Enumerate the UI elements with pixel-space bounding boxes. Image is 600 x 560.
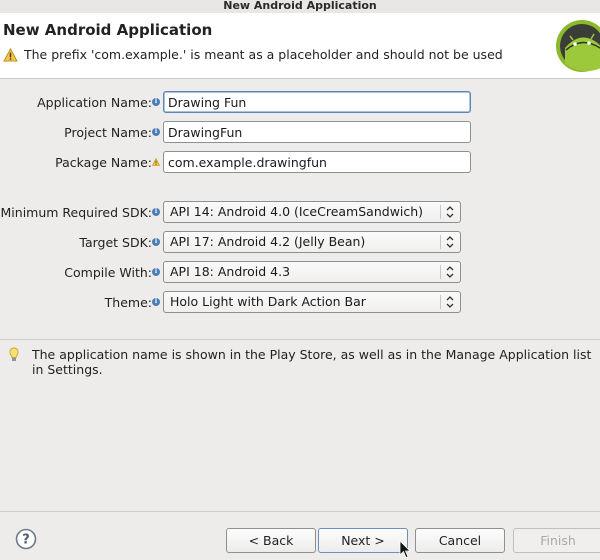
window-titlebar: New Android Application [0,0,600,13]
android-logo [556,20,600,72]
theme-select[interactable]: Holo Light with Dark Action Bar [163,291,461,313]
page-title: New Android Application [3,21,213,39]
spinner-arrows-icon [446,266,454,278]
cancel-button[interactable]: Cancel [415,528,505,553]
lightbulb-icon [9,347,19,361]
mouse-cursor-icon [399,540,411,559]
target-sdk-select[interactable]: API 17: Android 4.2 (Jelly Bean) [163,231,461,253]
header-message-text: The prefix 'com.example.' is meant as a … [24,47,503,62]
compile-with-select[interactable]: API 18: Android 4.3 [163,261,461,283]
divider [0,511,600,512]
application-name-label: Application Name: [37,95,152,110]
package-name-label: Package Name: [55,155,152,170]
info-icon: i [152,128,160,136]
target-sdk-value: API 17: Android 4.2 (Jelly Bean) [170,234,366,249]
spinner-arrows-icon [446,206,454,218]
warning-icon [3,47,18,62]
spinner-arrows-icon [446,236,454,248]
back-button[interactable]: < Back [226,528,316,553]
svg-text:?: ? [22,533,30,548]
compile-with-value: API 18: Android 4.3 [170,264,291,279]
info-icon: i [152,238,160,246]
minimum-sdk-select[interactable]: API 14: Android 4.0 (IceCreamSandwich) [163,201,461,223]
divider [0,339,600,340]
minimum-sdk-label: Minimum Required SDK: [0,205,152,220]
spinner-arrows-icon [446,296,454,308]
info-icon: i [152,98,160,106]
help-icon[interactable]: ? [15,528,37,550]
project-name-label: Project Name: [64,125,152,140]
project-name-input[interactable] [163,121,471,143]
info-icon: i [152,298,160,306]
info-icon: i [152,208,160,216]
package-name-input[interactable] [163,151,471,173]
theme-label: Theme: [104,295,152,310]
hint-text: The application name is shown in the Pla… [32,347,592,377]
finish-button[interactable]: Finish [513,528,600,553]
theme-value: Holo Light with Dark Action Bar [170,294,366,309]
info-icon: i [152,268,160,276]
header-message: The prefix 'com.example.' is meant as a … [3,47,503,62]
application-name-input[interactable] [163,91,471,113]
wizard-header: New Android Application The prefix 'com.… [0,13,600,79]
next-button[interactable]: Next > [318,528,408,553]
warning-icon [152,158,160,166]
window-title: New Android Application [223,0,377,12]
compile-with-label: Compile With: [64,265,152,280]
minimum-sdk-value: API 14: Android 4.0 (IceCreamSandwich) [170,204,424,219]
target-sdk-label: Target SDK: [79,235,152,250]
